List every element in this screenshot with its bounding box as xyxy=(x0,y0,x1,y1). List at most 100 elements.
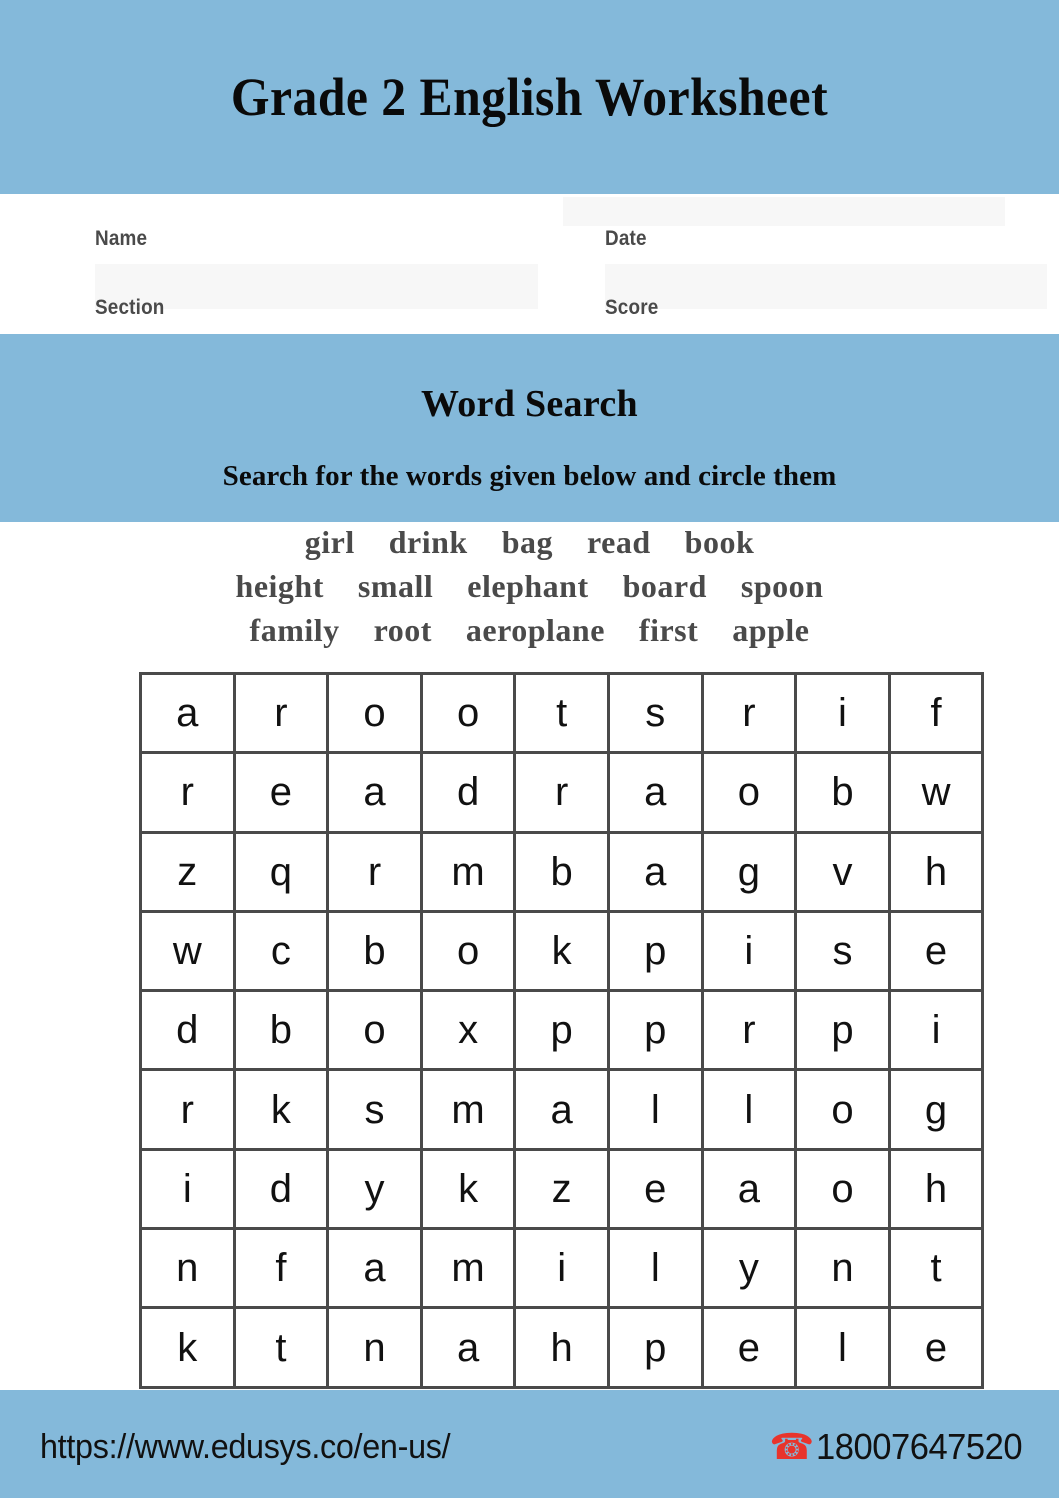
word-list-item: height xyxy=(235,568,324,604)
grid-cell[interactable]: m xyxy=(419,1068,517,1151)
grid-cell[interactable]: r xyxy=(700,671,798,755)
grid-cell[interactable]: p xyxy=(606,989,704,1072)
word-list-item: board xyxy=(622,568,707,604)
grid-cell[interactable]: d xyxy=(232,1147,330,1231)
grid-cell[interactable]: c xyxy=(232,909,330,993)
grid-cell[interactable]: k xyxy=(513,909,610,993)
grid-cell[interactable]: h xyxy=(887,830,985,913)
grid-cell[interactable]: e xyxy=(700,1306,798,1389)
activity-instruction: Search for the words given below and cir… xyxy=(222,460,837,492)
grid-cell[interactable]: l xyxy=(606,1227,704,1310)
score-input[interactable] xyxy=(605,264,1047,309)
grid-cell[interactable]: t xyxy=(232,1306,330,1389)
grid-cell[interactable]: q xyxy=(232,830,330,913)
grid-cell[interactable]: g xyxy=(700,830,798,913)
grid-cell[interactable]: o xyxy=(794,1068,891,1151)
grid-cell[interactable]: w xyxy=(139,909,236,993)
grid-cell[interactable]: i xyxy=(700,909,798,993)
grid-cell[interactable]: i xyxy=(794,671,891,755)
grid-cell[interactable]: a xyxy=(513,1068,610,1151)
grid-cell[interactable]: d xyxy=(139,989,236,1072)
grid-cell[interactable]: y xyxy=(700,1227,798,1310)
telephone-icon: ☎ xyxy=(769,1426,815,1467)
grid-cell[interactable]: p xyxy=(606,1306,704,1389)
grid-cell[interactable]: o xyxy=(326,671,423,755)
grid-cell[interactable]: l xyxy=(606,1068,704,1151)
grid-cell[interactable]: s xyxy=(794,909,891,993)
grid-row: ktnahpele xyxy=(139,1306,985,1389)
word-list-item: small xyxy=(357,568,434,604)
date-input[interactable] xyxy=(563,197,1005,226)
grid-cell[interactable]: e xyxy=(606,1147,704,1231)
grid-cell[interactable]: f xyxy=(232,1227,330,1310)
grid-cell[interactable]: e xyxy=(232,751,330,834)
grid-cell[interactable]: s xyxy=(606,671,704,755)
grid-cell[interactable]: r xyxy=(139,751,236,834)
grid-cell[interactable]: h xyxy=(887,1147,985,1231)
grid-cell[interactable]: r xyxy=(139,1068,236,1151)
grid-cell[interactable]: i xyxy=(887,989,985,1072)
phone-contact: ☎ 18007647520 xyxy=(769,1426,1031,1468)
grid-cell[interactable]: a xyxy=(700,1147,798,1231)
grid-cell[interactable]: o xyxy=(326,989,423,1072)
word-search-grid[interactable]: arootsrifreadraobwzqrmbagvhwcbokpisedbox… xyxy=(139,671,985,1389)
grid-cell[interactable]: k xyxy=(419,1147,517,1231)
grid-cell[interactable]: r xyxy=(513,751,610,834)
score-label: Score xyxy=(605,296,659,319)
grid-cell[interactable]: o xyxy=(794,1147,891,1231)
grid-cell[interactable]: l xyxy=(700,1068,798,1151)
grid-cell[interactable]: n xyxy=(326,1306,423,1389)
grid-cell[interactable]: p xyxy=(606,909,704,993)
grid-cell[interactable]: d xyxy=(419,751,517,834)
word-list-row: height small elephant board spoon xyxy=(0,568,1059,612)
name-label: Name xyxy=(95,227,148,250)
grid-cell[interactable]: v xyxy=(794,830,891,913)
grid-cell[interactable]: a xyxy=(139,671,236,755)
grid-cell[interactable]: x xyxy=(419,989,517,1072)
grid-cell[interactable]: a xyxy=(606,830,704,913)
grid-cell[interactable]: p xyxy=(794,989,891,1072)
grid-cell[interactable]: t xyxy=(513,671,610,755)
grid-cell[interactable]: s xyxy=(326,1068,423,1151)
date-label: Date xyxy=(605,227,647,250)
grid-cell[interactable]: y xyxy=(326,1147,423,1231)
grid-cell[interactable]: o xyxy=(419,671,517,755)
grid-cell[interactable]: r xyxy=(326,830,423,913)
grid-cell[interactable]: b xyxy=(232,989,330,1072)
grid-cell[interactable]: k xyxy=(232,1068,330,1151)
grid-cell[interactable]: i xyxy=(513,1227,610,1310)
grid-row: dboxpprpi xyxy=(139,989,985,1072)
word-list-item: spoon xyxy=(740,568,824,604)
grid-cell[interactable]: m xyxy=(419,830,517,913)
grid-cell[interactable]: n xyxy=(794,1227,891,1310)
grid-cell[interactable]: l xyxy=(794,1306,891,1389)
grid-cell[interactable]: i xyxy=(139,1147,236,1231)
grid-cell[interactable]: h xyxy=(513,1306,610,1389)
grid-cell[interactable]: r xyxy=(700,989,798,1072)
grid-cell[interactable]: b xyxy=(794,751,891,834)
grid-cell[interactable]: o xyxy=(700,751,798,834)
grid-cell[interactable]: b xyxy=(513,830,610,913)
grid-cell[interactable]: a xyxy=(419,1306,517,1389)
grid-cell[interactable]: m xyxy=(419,1227,517,1310)
phone-number[interactable]: 18007647520 xyxy=(816,1426,1023,1468)
grid-cell[interactable]: e xyxy=(887,909,985,993)
grid-cell[interactable]: a xyxy=(326,751,423,834)
website-url[interactable]: https://www.edusys.co/en-us/ xyxy=(40,1428,451,1467)
grid-row: nfamilynt xyxy=(139,1227,985,1310)
grid-cell[interactable]: t xyxy=(887,1227,985,1310)
grid-cell[interactable]: z xyxy=(139,830,236,913)
grid-cell[interactable]: a xyxy=(606,751,704,834)
grid-cell[interactable]: r xyxy=(232,671,330,755)
grid-cell[interactable]: k xyxy=(139,1306,236,1389)
grid-cell[interactable]: o xyxy=(419,909,517,993)
grid-cell[interactable]: b xyxy=(326,909,423,993)
grid-cell[interactable]: e xyxy=(887,1306,985,1389)
grid-cell[interactable]: p xyxy=(513,989,610,1072)
grid-cell[interactable]: z xyxy=(513,1147,610,1231)
grid-cell[interactable]: g xyxy=(887,1068,985,1151)
grid-cell[interactable]: n xyxy=(139,1227,236,1310)
grid-cell[interactable]: w xyxy=(887,751,985,834)
grid-cell[interactable]: f xyxy=(887,671,985,755)
grid-cell[interactable]: a xyxy=(326,1227,423,1310)
